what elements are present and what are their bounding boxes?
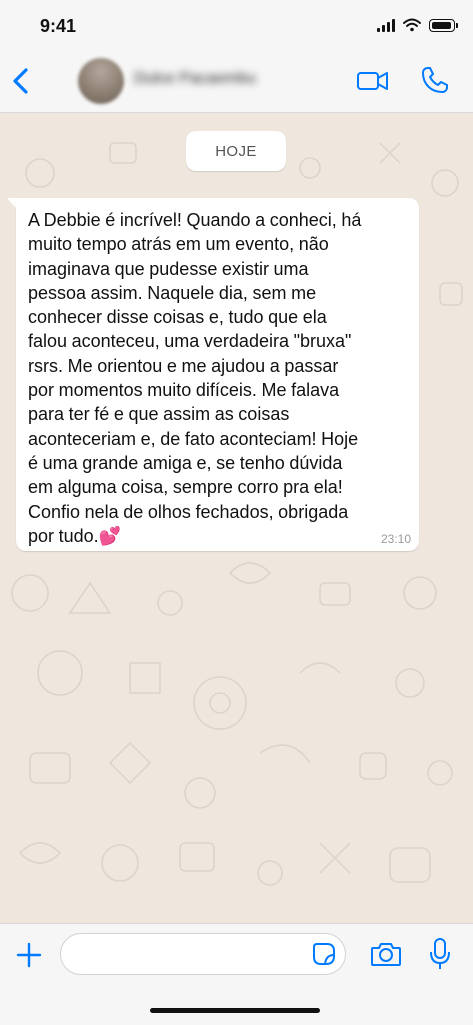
message-timestamp: 23:10 xyxy=(380,532,411,546)
message-input[interactable] xyxy=(60,933,346,975)
status-time: 9:41 xyxy=(40,16,77,36)
plus-icon[interactable] xyxy=(15,941,43,969)
status-icons xyxy=(377,18,458,32)
wifi-icon xyxy=(403,18,421,32)
chat-area: HOJE A Debbie é incrível! Quando a conhe… xyxy=(0,113,473,923)
microphone-icon[interactable] xyxy=(428,937,452,971)
message-text: A Debbie é incrível! Quando a conheci, h… xyxy=(28,210,362,546)
chevron-left-icon[interactable] xyxy=(8,64,36,98)
status-bar: 9:41 xyxy=(0,0,473,50)
message-bubble[interactable]: A Debbie é incrível! Quando a conheci, h… xyxy=(16,198,419,551)
home-indicator xyxy=(150,1008,320,1013)
date-separator: HOJE xyxy=(186,131,286,171)
message-composer xyxy=(0,923,473,1025)
cellular-signal-icon xyxy=(377,18,395,32)
chat-header: Dulce Pacaembu xyxy=(0,50,473,113)
phone-icon[interactable] xyxy=(419,64,451,96)
contact-name[interactable]: Dulce Pacaembu xyxy=(134,70,256,88)
battery-icon xyxy=(429,18,458,32)
avatar[interactable] xyxy=(78,58,124,104)
sticker-icon[interactable] xyxy=(312,942,336,966)
camera-icon[interactable] xyxy=(370,940,402,968)
video-camera-icon[interactable] xyxy=(356,67,390,95)
